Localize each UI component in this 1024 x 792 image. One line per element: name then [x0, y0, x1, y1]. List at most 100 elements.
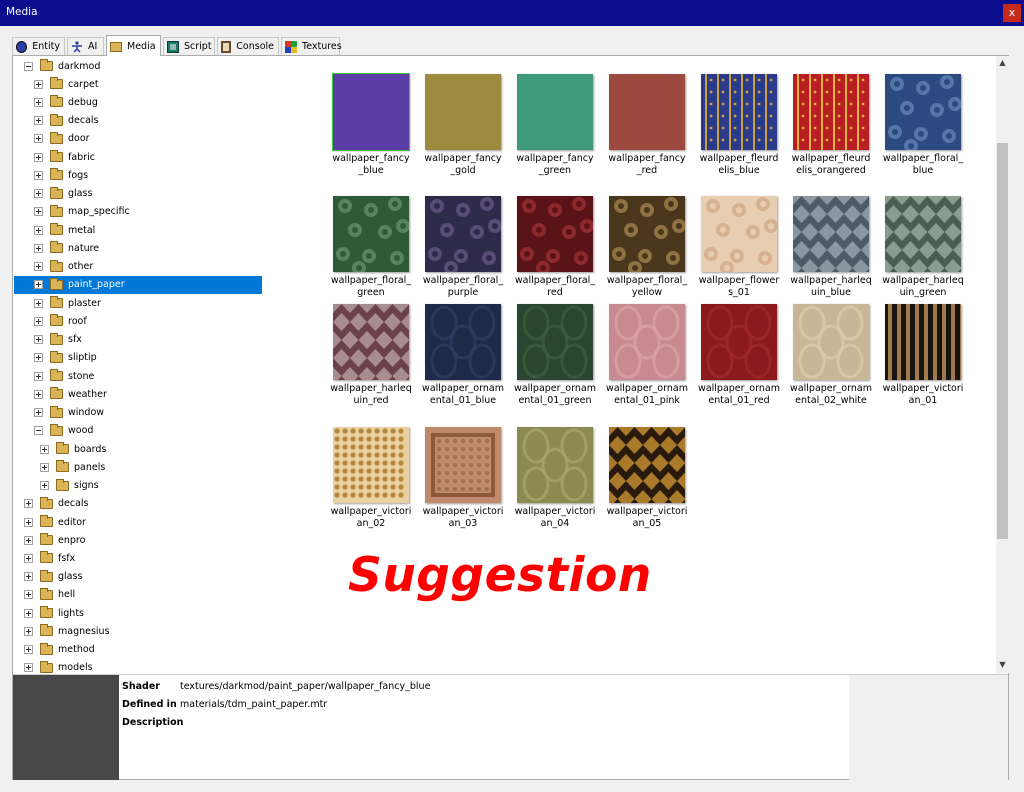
- expand-icon[interactable]: [24, 553, 33, 563]
- expand-icon[interactable]: [24, 535, 33, 545]
- expand-icon[interactable]: [34, 116, 43, 126]
- tree-node-fogs[interactable]: fogs: [34, 166, 88, 184]
- texture-item[interactable]: wallpaper_harlequin_green: [876, 187, 972, 299]
- tab-entity[interactable]: Entity: [12, 37, 65, 55]
- tree-node-boards[interactable]: boards: [40, 440, 106, 458]
- expand-icon[interactable]: [40, 444, 49, 454]
- expand-icon[interactable]: [34, 97, 43, 107]
- scroll-down-icon[interactable]: ▼: [998, 660, 1007, 669]
- expand-icon[interactable]: [34, 262, 43, 272]
- texture-item[interactable]: wallpaper_floral_green: [330, 196, 420, 299]
- collapse-icon[interactable]: [24, 61, 33, 71]
- texture-thumbnail[interactable]: [793, 74, 869, 150]
- tree-node-door[interactable]: door: [34, 130, 90, 148]
- tab-script[interactable]: Script: [163, 37, 215, 55]
- expand-icon[interactable]: [34, 298, 43, 308]
- texture-thumbnail[interactable]: [425, 74, 501, 150]
- texture-thumbnail[interactable]: [517, 304, 593, 380]
- texture-item[interactable]: wallpaper_floral_blue: [882, 74, 972, 177]
- expand-icon[interactable]: [34, 280, 43, 290]
- tree-node-enpro[interactable]: enpro: [24, 531, 85, 549]
- tree-node-lights[interactable]: lights: [24, 604, 84, 622]
- tree-node-wood[interactable]: wood: [34, 422, 93, 440]
- expand-icon[interactable]: [24, 626, 33, 636]
- tab-console[interactable]: Console: [217, 37, 279, 55]
- tree-node-magnesius[interactable]: magnesius: [24, 622, 110, 640]
- tree-node-method[interactable]: method: [24, 641, 95, 659]
- expand-icon[interactable]: [34, 408, 43, 418]
- texture-item[interactable]: wallpaper_floral_purple: [422, 196, 512, 299]
- texture-thumbnail[interactable]: [609, 304, 685, 380]
- texture-item[interactable]: wallpaper_floral_yellow: [606, 196, 696, 299]
- tree-node-metal[interactable]: metal: [34, 221, 95, 239]
- expand-icon[interactable]: [34, 353, 43, 363]
- vertical-scrollbar[interactable]: ▲ ▼: [996, 56, 1009, 673]
- tree-node-carpet[interactable]: carpet: [34, 75, 99, 93]
- tree-node-paint_paper[interactable]: paint_paper: [14, 275, 262, 294]
- texture-item[interactable]: wallpaper_harlequin_blue: [784, 187, 880, 299]
- tree-node-window[interactable]: window: [34, 404, 104, 422]
- tree-node-hell[interactable]: hell: [24, 586, 75, 604]
- texture-item[interactable]: wallpaper_victorian_04: [514, 427, 604, 530]
- tree-node-plaster[interactable]: plaster: [34, 294, 101, 312]
- texture-item[interactable]: wallpaper_fancy_blue: [330, 73, 420, 177]
- texture-item[interactable]: wallpaper_flowers_01: [698, 196, 788, 299]
- expand-icon[interactable]: [24, 572, 33, 582]
- texture-item[interactable]: wallpaper_fancy_green: [514, 74, 604, 177]
- texture-thumbnail[interactable]: [885, 304, 964, 380]
- texture-thumbnail[interactable]: [517, 427, 593, 503]
- expand-icon[interactable]: [34, 371, 43, 381]
- tree-node-darkmod[interactable]: darkmod: [24, 57, 100, 75]
- texture-thumbnail[interactable]: [600, 418, 694, 526]
- close-button[interactable]: x: [1003, 4, 1021, 22]
- expand-icon[interactable]: [24, 663, 33, 673]
- tree-node-fsfx[interactable]: fsfx: [24, 549, 75, 567]
- tree-node-panels[interactable]: panels: [40, 458, 105, 476]
- media-tree[interactable]: darkmod carpet debug decals door fabric fogs gl…: [14, 56, 266, 674]
- texture-item[interactable]: wallpaper_victorian_02: [330, 427, 420, 530]
- texture-item[interactable]: wallpaper_victorian_03: [422, 427, 512, 530]
- texture-item[interactable]: wallpaper_ornamental_01_red: [698, 304, 788, 407]
- texture-item[interactable]: wallpaper_ornamental_01_pink: [606, 304, 696, 407]
- expand-icon[interactable]: [24, 645, 33, 655]
- texture-item[interactable]: wallpaper_ornamental_01_blue: [422, 304, 512, 407]
- tree-node-sliptip[interactable]: sliptip: [34, 349, 97, 367]
- texture-thumbnail[interactable]: [885, 74, 962, 153]
- expand-icon[interactable]: [34, 389, 43, 399]
- texture-item[interactable]: wallpaper_fleurdelis_blue: [698, 74, 788, 177]
- texture-item[interactable]: wallpaper_fancy_gold: [422, 74, 512, 177]
- tree-node-decals[interactable]: decals: [24, 495, 89, 513]
- tree-node-glass[interactable]: glass: [24, 568, 82, 586]
- tree-node-debug[interactable]: debug: [34, 93, 98, 111]
- texture-thumbnail[interactable]: [324, 295, 418, 403]
- tree-node-roof[interactable]: roof: [34, 312, 87, 330]
- expand-icon[interactable]: [34, 189, 43, 199]
- tree-node-other[interactable]: other: [34, 258, 93, 276]
- expand-icon[interactable]: [24, 590, 33, 600]
- expand-icon[interactable]: [24, 499, 33, 509]
- expand-icon[interactable]: [40, 481, 49, 491]
- texture-item[interactable]: wallpaper_floral_red: [514, 196, 604, 299]
- texture-thumbnail[interactable]: [425, 427, 501, 503]
- texture-thumbnail[interactable]: [425, 304, 501, 380]
- expand-icon[interactable]: [34, 134, 43, 144]
- scrollbar-thumb[interactable]: [997, 143, 1008, 539]
- texture-item[interactable]: wallpaper_fancy_red: [606, 74, 696, 177]
- texture-item[interactable]: wallpaper_victorian_05: [600, 418, 696, 530]
- texture-item[interactable]: wallpaper_harlequin_red: [324, 295, 420, 407]
- tree-node-editor[interactable]: editor: [24, 513, 86, 531]
- texture-item[interactable]: wallpaper_ornamental_02_white: [790, 304, 880, 407]
- texture-thumbnail[interactable]: [517, 74, 593, 150]
- texture-thumbnail[interactable]: [876, 187, 970, 295]
- tree-node-sfx[interactable]: sfx: [34, 331, 82, 349]
- expand-icon[interactable]: [40, 462, 49, 472]
- tree-node-models[interactable]: models: [24, 659, 93, 674]
- tree-node-nature[interactable]: nature: [34, 239, 99, 257]
- expand-icon[interactable]: [34, 316, 43, 326]
- texture-item[interactable]: wallpaper_ornamental_01_green: [514, 304, 604, 407]
- expand-icon[interactable]: [34, 170, 43, 180]
- texture-item[interactable]: wallpaper_victorian_01: [882, 304, 972, 407]
- texture-thumbnail[interactable]: [332, 73, 410, 151]
- tab-ai[interactable]: AI: [67, 37, 104, 55]
- expand-icon[interactable]: [24, 608, 33, 618]
